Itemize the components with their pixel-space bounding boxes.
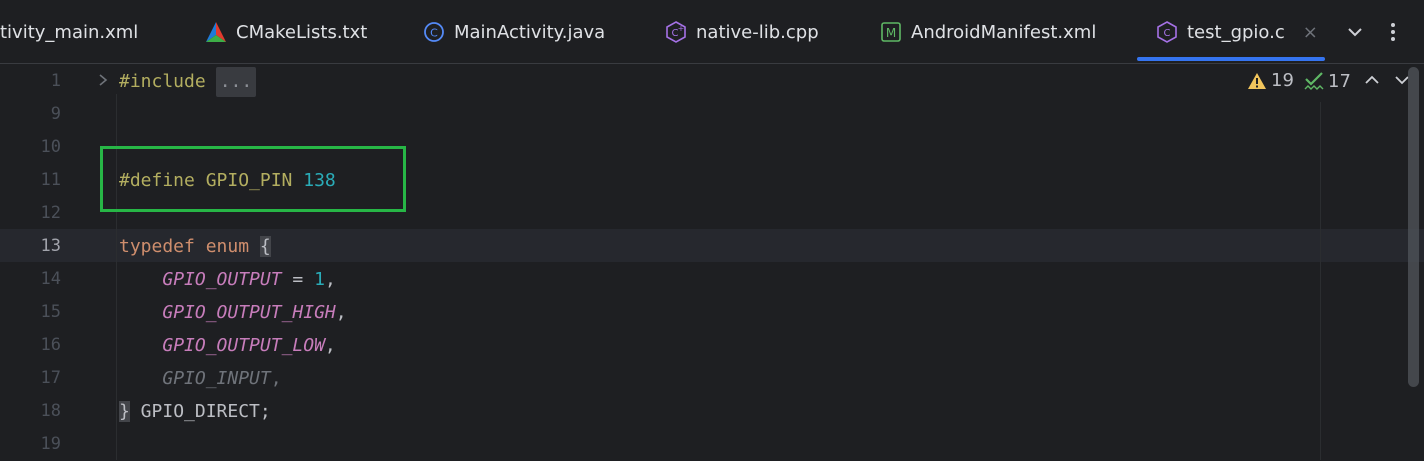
punctuation: , <box>324 269 336 290</box>
code-line: 14 GPIO_OUTPUT = 1, <box>0 263 1320 296</box>
typedef-name: GPIO_DIRECT; <box>129 401 271 422</box>
tab-label: AndroidManifest.xml <box>911 21 1097 43</box>
line-number: 10 <box>40 137 61 157</box>
svg-text:C: C <box>430 27 438 40</box>
editor-tab-bar: tivity_main.xml CMakeLists.txt C MainAct… <box>0 0 1424 64</box>
chevron-down-icon[interactable] <box>1343 18 1367 46</box>
code-line: 9 <box>0 98 1320 131</box>
code-line: 19 <box>0 428 1320 461</box>
tab-cmakelists[interactable]: CMakeLists.txt <box>205 0 368 63</box>
manifest-icon: M <box>880 21 902 43</box>
tab-test-gpio-c[interactable]: C test_gpio.c × <box>1156 0 1318 63</box>
code-editor[interactable]: 19 17 1 #include... 9 10 11 #define GPIO… <box>0 64 1424 460</box>
line-number: 15 <box>40 302 61 322</box>
code-line: 16 GPIO_OUTPUT_LOW, <box>0 329 1320 362</box>
tab-label: CMakeLists.txt <box>236 21 368 43</box>
keyword: typedef <box>119 236 195 257</box>
tab-native-lib-cpp[interactable]: C + native-lib.cpp <box>665 0 819 63</box>
close-icon[interactable]: × <box>1303 22 1318 43</box>
c-file-icon: C <box>1156 21 1178 43</box>
right-margin-guide <box>1320 102 1321 460</box>
fold-expand-icon[interactable] <box>98 65 108 98</box>
folded-region[interactable]: ... <box>215 67 257 97</box>
punctuation: , <box>324 335 336 356</box>
line-number: 14 <box>40 269 61 289</box>
matched-brace: { <box>259 236 271 257</box>
svg-text:C: C <box>1164 28 1171 39</box>
line-number: 16 <box>40 335 61 355</box>
enum-constant: GPIO_OUTPUT_LOW <box>162 335 325 356</box>
code-line-current: 13 typedef enum { <box>0 230 1320 263</box>
operator: = <box>281 269 315 290</box>
line-number: 13 <box>40 236 61 256</box>
line-number: 17 <box>40 368 61 388</box>
punctuation: , <box>335 302 347 323</box>
svg-text:M: M <box>886 26 896 40</box>
vertical-scrollbar[interactable] <box>1408 67 1419 387</box>
svg-text:+: + <box>678 24 685 33</box>
tab-mainactivity-java[interactable]: C MainActivity.java <box>423 0 606 63</box>
chevron-up-icon[interactable] <box>1363 70 1381 94</box>
code-line: 17 GPIO_INPUT, <box>0 362 1320 395</box>
enum-constant-unused: GPIO_INPUT <box>162 368 271 389</box>
keyword: enum <box>205 236 250 257</box>
weak-warnings-count: 17 <box>1328 70 1351 92</box>
line-number: 1 <box>50 71 61 91</box>
line-number: 18 <box>40 401 61 421</box>
tab-androidmanifest-xml[interactable]: M AndroidManifest.xml <box>880 0 1097 63</box>
include-directive: #include <box>119 71 206 92</box>
active-tab-indicator <box>1137 57 1325 61</box>
tab-activity-main-xml[interactable]: tivity_main.xml <box>0 0 139 63</box>
java-class-icon: C <box>423 21 445 43</box>
line-number: 12 <box>40 203 61 223</box>
more-vertical-icon[interactable] <box>1381 18 1405 46</box>
annotation-highlight-box <box>100 146 406 212</box>
line-number: 11 <box>40 170 61 190</box>
tab-label: native-lib.cpp <box>696 21 819 43</box>
code-line: 1 #include... <box>0 65 1320 98</box>
cmake-icon <box>205 21 227 43</box>
enum-constant: GPIO_OUTPUT_HIGH <box>162 302 336 323</box>
code-line: 18 } GPIO_DIRECT; <box>0 395 1320 428</box>
tab-label: MainActivity.java <box>454 21 606 43</box>
enum-value: 1 <box>314 269 325 290</box>
cpp-file-icon: C + <box>665 21 687 43</box>
matched-brace: } <box>119 401 130 422</box>
enum-constant: GPIO_OUTPUT <box>162 269 282 290</box>
tab-label: test_gpio.c <box>1187 21 1285 43</box>
punctuation: , <box>270 368 282 389</box>
line-number: 19 <box>40 434 61 454</box>
tab-label: tivity_main.xml <box>0 21 139 43</box>
code-line: 15 GPIO_OUTPUT_HIGH, <box>0 296 1320 329</box>
line-number: 9 <box>50 104 61 124</box>
